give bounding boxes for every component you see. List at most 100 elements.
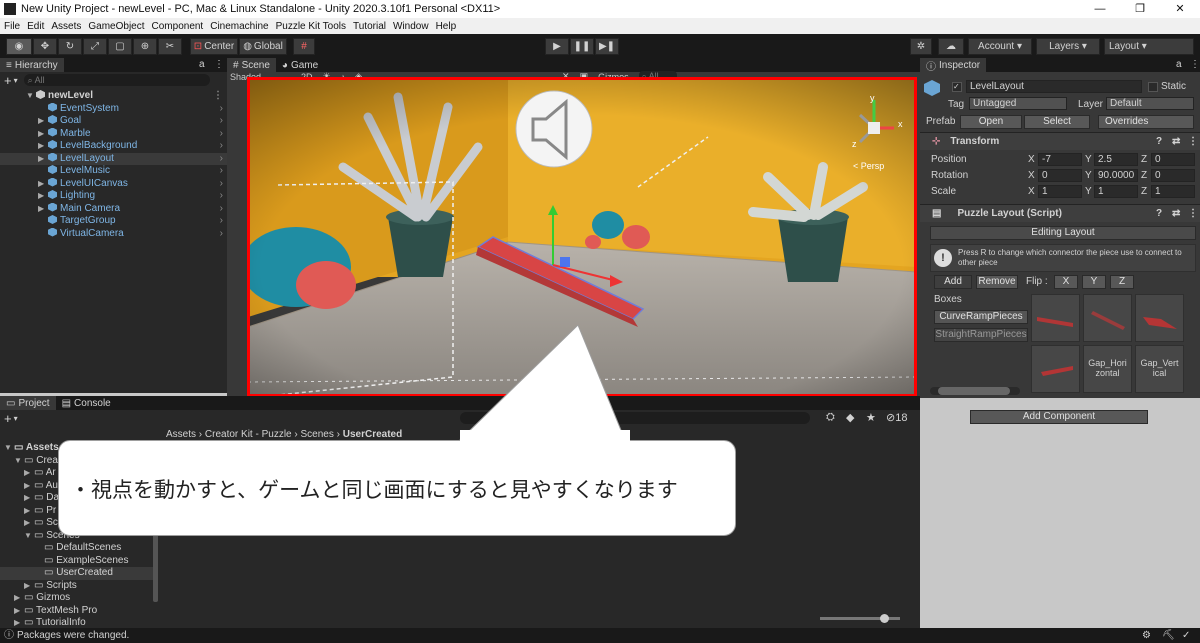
folder-scripts[interactable]: ▶ ▭ Scripts bbox=[0, 580, 158, 593]
tab-console[interactable]: ▤ Console bbox=[56, 396, 117, 410]
expand-arrow-icon[interactable]: ▼ bbox=[14, 455, 24, 468]
expand-arrow-icon[interactable]: ▶ bbox=[24, 467, 34, 480]
box-curve-ramp-pieces[interactable]: CurveRampPieces bbox=[934, 310, 1028, 324]
folder-default-scenes[interactable]: ▭ DefaultScenes bbox=[0, 542, 158, 555]
hierarchy-item-lighting[interactable]: ▶ Lighting › bbox=[0, 190, 227, 203]
close-button[interactable]: ✕ bbox=[1160, 0, 1200, 18]
add-mode-button[interactable]: Add bbox=[934, 275, 972, 289]
static-checkbox[interactable] bbox=[1148, 82, 1158, 92]
menu-gameobject[interactable]: GameObject bbox=[88, 21, 144, 32]
expand-arrow-icon[interactable]: ▶ bbox=[24, 517, 34, 530]
folder-example-scenes[interactable]: ▭ ExampleScenes bbox=[0, 555, 158, 568]
expand-arrow-icon[interactable]: ▶ bbox=[14, 605, 24, 618]
expand-arrow-icon[interactable]: ▶ bbox=[38, 153, 48, 166]
remove-mode-button[interactable]: Remove bbox=[976, 275, 1018, 289]
expand-arrow-icon[interactable]: ▼ bbox=[26, 90, 36, 103]
expand-arrow-icon[interactable]: ▶ bbox=[24, 580, 34, 593]
hierarchy-item-targetgroup[interactable]: TargetGroup › bbox=[0, 215, 227, 228]
layers-dropdown[interactable]: Layers ▾ bbox=[1036, 38, 1100, 55]
expand-arrow-icon[interactable]: ▶ bbox=[38, 203, 48, 216]
expand-arrow-icon[interactable]: ▶ bbox=[38, 140, 48, 153]
object-name-field[interactable]: LevelLayout bbox=[966, 80, 1142, 93]
flip-z-button[interactable]: Z bbox=[1110, 275, 1134, 289]
rotate-tool-button[interactable]: ↻ bbox=[58, 37, 82, 55]
add-component-button[interactable]: Add Component bbox=[970, 410, 1148, 424]
breadcrumb-item-assets[interactable]: Assets bbox=[166, 429, 196, 440]
hierarchy-item-marble[interactable]: ▶ Marble › bbox=[0, 127, 227, 141]
help-icon[interactable]: ? bbox=[1156, 133, 1162, 150]
menu-file[interactable]: File bbox=[4, 21, 20, 32]
kebab-menu-icon[interactable]: ⋮ bbox=[1188, 133, 1198, 150]
chevron-down-icon[interactable]: ▾ bbox=[14, 414, 18, 423]
hierarchy-item-levelbackground[interactable]: ▶ LevelBackground › bbox=[0, 140, 227, 153]
add-icon[interactable]: + bbox=[4, 411, 12, 426]
tab-hierarchy[interactable]: ≡ Hierarchy bbox=[0, 58, 64, 72]
prefab-overrides-dropdown[interactable]: Overrides bbox=[1098, 115, 1194, 129]
expand-arrow-icon[interactable]: ▶ bbox=[24, 492, 34, 505]
active-checkbox[interactable]: ✓ bbox=[952, 82, 962, 92]
tab-project[interactable]: ▭ Project bbox=[0, 396, 56, 410]
rotation-z-field[interactable]: 0 bbox=[1151, 169, 1195, 182]
scale-x-field[interactable]: 1 bbox=[1038, 185, 1082, 198]
settings-icon[interactable]: ⇄ bbox=[1172, 205, 1180, 222]
chevron-right-icon[interactable]: › bbox=[220, 103, 223, 116]
tab-scene[interactable]: # Scene bbox=[227, 58, 276, 72]
menu-edit[interactable]: Edit bbox=[27, 21, 44, 32]
position-z-field[interactable]: 0 bbox=[1151, 153, 1195, 166]
prefab-select-button[interactable]: Select bbox=[1024, 115, 1090, 129]
rect-tool-button[interactable]: ▢ bbox=[108, 37, 132, 55]
tab-inspector[interactable]: ⓘ Inspector bbox=[920, 58, 987, 73]
view-tool-button[interactable]: ◉ bbox=[6, 37, 32, 55]
pivot-global-button[interactable]: ◍ Global bbox=[239, 37, 287, 55]
chevron-down-icon[interactable]: ▾ bbox=[14, 76, 18, 85]
custom-tool-button[interactable]: ✂ bbox=[158, 37, 182, 55]
position-x-field[interactable]: -7 bbox=[1038, 153, 1082, 166]
puzzle-layout-header[interactable]: ▤ Puzzle Layout (Script) ? ⇄ ⋮ bbox=[920, 204, 1200, 222]
rotation-x-field[interactable]: 0 bbox=[1038, 169, 1082, 182]
help-icon[interactable]: ? bbox=[1156, 205, 1162, 222]
layer-dropdown[interactable]: Default bbox=[1106, 97, 1194, 110]
piece-thumb-gap-horizontal[interactable]: Gap_Hori zontal bbox=[1083, 345, 1132, 393]
account-dropdown[interactable]: Account ▾ bbox=[968, 38, 1032, 55]
kebab-menu-icon[interactable]: ⋮ bbox=[214, 59, 224, 70]
chevron-right-icon[interactable]: › bbox=[220, 165, 223, 178]
expand-arrow-icon[interactable]: ▶ bbox=[24, 480, 34, 493]
prefab-open-button[interactable]: Open bbox=[960, 115, 1022, 129]
kebab-menu-icon[interactable]: ⋮ bbox=[1190, 59, 1200, 70]
filter-type-icon[interactable]: ⛭ bbox=[826, 411, 835, 424]
expand-arrow-icon[interactable]: ▶ bbox=[38, 115, 48, 128]
position-y-field[interactable]: 2.5 bbox=[1094, 153, 1138, 166]
chevron-right-icon[interactable]: › bbox=[220, 215, 223, 228]
tag-dropdown[interactable]: Untagged bbox=[969, 97, 1067, 110]
menu-help[interactable]: Help bbox=[436, 21, 457, 32]
scale-z-field[interactable]: 1 bbox=[1151, 185, 1195, 198]
collab-button[interactable]: ✲ bbox=[910, 38, 932, 55]
scale-tool-button[interactable]: ⤢ bbox=[83, 37, 107, 55]
piece-thumb-curve-1[interactable] bbox=[1031, 294, 1080, 342]
chevron-right-icon[interactable]: › bbox=[220, 115, 223, 128]
chevron-right-icon[interactable]: › bbox=[220, 153, 223, 166]
boxes-scrollbar[interactable] bbox=[930, 387, 1020, 395]
play-button[interactable]: ▶ bbox=[545, 38, 569, 55]
folder-textmesh-pro[interactable]: ▶ ▭ TextMesh Pro bbox=[0, 605, 158, 618]
step-button[interactable]: ▶❚ bbox=[595, 38, 619, 55]
label-icon[interactable]: ◆ bbox=[846, 411, 854, 424]
check-icon[interactable]: ✓ bbox=[1182, 628, 1190, 643]
piece-thumb-curve-2[interactable] bbox=[1083, 294, 1132, 342]
flip-y-button[interactable]: Y bbox=[1082, 275, 1106, 289]
expand-arrow-icon[interactable]: ▶ bbox=[38, 178, 48, 191]
chevron-right-icon[interactable]: › bbox=[220, 178, 223, 191]
chevron-right-icon[interactable]: › bbox=[220, 140, 223, 153]
menu-window[interactable]: Window bbox=[393, 21, 429, 32]
menu-cinemachine[interactable]: Cinemachine bbox=[210, 21, 268, 32]
menu-component[interactable]: Component bbox=[152, 21, 204, 32]
breadcrumb-item-usercreated[interactable]: UserCreated bbox=[343, 429, 402, 440]
rotation-y-field[interactable]: 90.0000 bbox=[1094, 169, 1138, 182]
move-tool-button[interactable]: ✥ bbox=[33, 37, 57, 55]
piece-thumb-curve-3[interactable] bbox=[1135, 294, 1184, 342]
box-straight-ramp-pieces[interactable]: StraightRampPieces bbox=[934, 328, 1028, 342]
expand-arrow-icon[interactable]: ▼ bbox=[24, 530, 34, 543]
piece-thumb-straight[interactable] bbox=[1031, 345, 1080, 393]
hierarchy-item-levelmusic[interactable]: LevelMusic › bbox=[0, 165, 227, 178]
chevron-right-icon[interactable]: › bbox=[220, 228, 223, 241]
